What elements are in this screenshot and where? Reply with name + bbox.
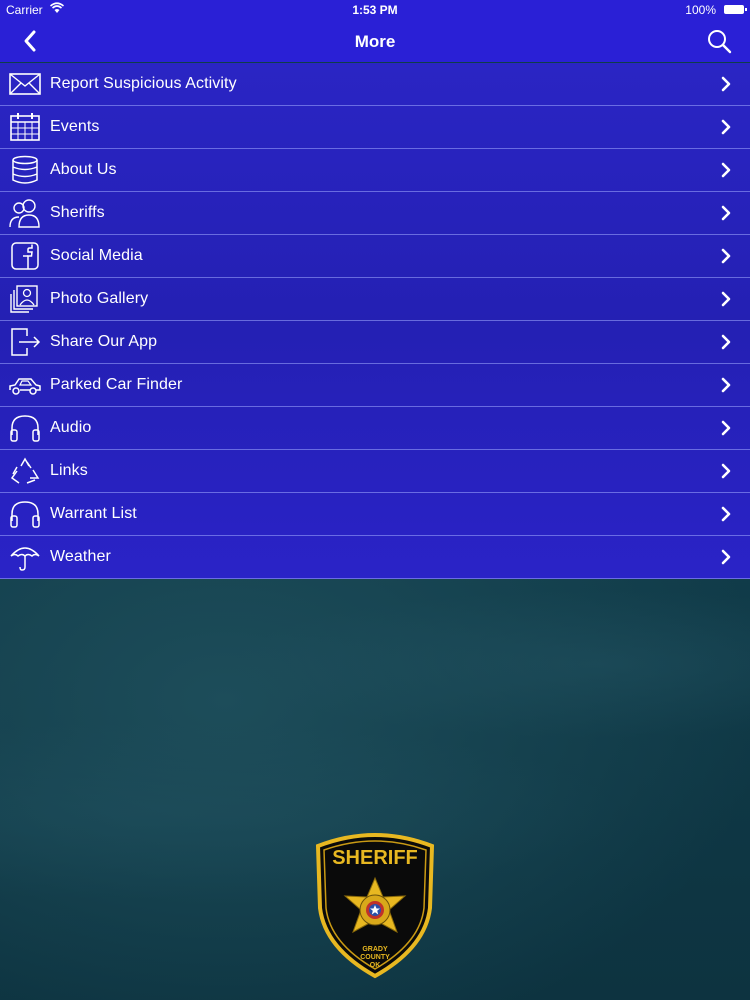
menu-item-label: Links: [50, 462, 88, 479]
menu-item-label: Warrant List: [50, 505, 137, 522]
chevron-right-icon: [721, 334, 731, 350]
badge-line2: COUNTY: [360, 954, 390, 961]
search-icon: [708, 30, 732, 54]
more-menu-list: Report Suspicious Activity Events About …: [0, 63, 750, 579]
menu-item-audio[interactable]: Audio: [0, 407, 750, 450]
chevron-right-icon: [721, 420, 731, 436]
menu-item-label: Audio: [50, 419, 92, 436]
menu-item-label: About Us: [50, 161, 117, 178]
menu-item-label: Sheriffs: [50, 204, 105, 221]
menu-item-label: Events: [50, 118, 100, 135]
menu-item-label: Share Our App: [50, 333, 158, 350]
menu-item-label: Report Suspicious Activity: [50, 75, 237, 92]
chevron-right-icon: [721, 205, 731, 221]
search-button[interactable]: [704, 26, 734, 56]
menu-item-label: Weather: [50, 548, 111, 565]
car-icon: [8, 370, 42, 400]
status-bar: Carrier 1:53 PM 100%: [0, 0, 750, 20]
menu-item-parked-car-finder[interactable]: Parked Car Finder: [0, 364, 750, 407]
chevron-right-icon: [721, 549, 731, 565]
menu-item-share-our-app[interactable]: Share Our App: [0, 321, 750, 364]
menu-item-label: Photo Gallery: [50, 290, 149, 307]
menu-item-weather[interactable]: Weather: [0, 536, 750, 579]
menu-item-photo-gallery[interactable]: Photo Gallery: [0, 278, 750, 321]
chevron-right-icon: [721, 377, 731, 393]
photo-gallery-icon: [8, 284, 42, 314]
nav-bar: More: [0, 20, 750, 62]
umbrella-icon: [8, 542, 42, 572]
chevron-right-icon: [721, 291, 731, 307]
headphones-icon: [8, 413, 42, 443]
headphones-icon: [8, 499, 42, 529]
chevron-right-icon: [721, 506, 731, 522]
badge-title: SHERIFF: [332, 847, 418, 869]
badge-line1: GRADY: [362, 946, 388, 953]
clock-label: 1:53 PM: [352, 3, 398, 17]
chevron-right-icon: [721, 463, 731, 479]
chevron-right-icon: [721, 119, 731, 135]
badge-line3: OK: [370, 962, 381, 969]
menu-item-links[interactable]: Links: [0, 450, 750, 493]
menu-item-label: Parked Car Finder: [50, 376, 183, 393]
menu-item-sheriffs[interactable]: Sheriffs: [0, 192, 750, 235]
recycle-icon: [8, 456, 42, 486]
calendar-icon: [8, 112, 42, 142]
menu-item-label: Social Media: [50, 247, 143, 264]
battery-icon: [724, 5, 747, 14]
menu-item-about-us[interactable]: About Us: [0, 149, 750, 192]
share-icon: [8, 327, 42, 357]
chevron-right-icon: [721, 162, 731, 178]
people-icon: [8, 198, 42, 228]
menu-item-events[interactable]: Events: [0, 106, 750, 149]
sheriff-badge-logo: SHERIFF GRADY COUNTY OK: [310, 828, 440, 980]
menu-item-warrant-list[interactable]: Warrant List: [0, 493, 750, 536]
chevron-right-icon: [721, 248, 731, 264]
menu-item-social-media[interactable]: Social Media: [0, 235, 750, 278]
page-title: More: [354, 32, 396, 51]
battery-percent: 100%: [685, 3, 716, 17]
database-icon: [8, 155, 42, 185]
chevron-right-icon: [721, 76, 731, 92]
envelope-icon: [8, 69, 42, 99]
facebook-icon: [8, 241, 42, 271]
menu-item-report-suspicious-activity[interactable]: Report Suspicious Activity: [0, 63, 750, 106]
